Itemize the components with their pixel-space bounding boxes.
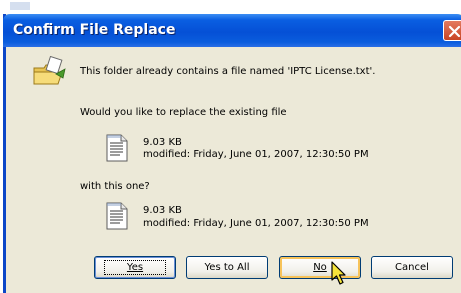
new-file-modified: modified: Friday, June 01, 2007, 12:30:5… <box>143 218 369 229</box>
existing-file-size: 9.03 KB <box>143 137 182 148</box>
yes-button-label: Yes <box>103 260 167 275</box>
dialog-message: This folder already contains a file name… <box>80 66 376 77</box>
title-bar[interactable]: Confirm File Replace <box>3 14 461 47</box>
cancel-button[interactable]: Cancel <box>371 256 453 279</box>
no-button-label: No <box>313 262 327 273</box>
new-file-size: 9.03 KB <box>143 205 182 216</box>
yes-button[interactable]: Yes <box>94 256 176 279</box>
yes-to-all-button[interactable]: Yes to All <box>186 256 268 279</box>
background-selection <box>10 2 30 10</box>
replace-question: Would you like to replace the existing f… <box>80 107 287 118</box>
background-strip <box>0 0 461 14</box>
yes-to-all-button-label: Yes to All <box>204 262 250 273</box>
mouse-pointer-icon <box>331 261 349 291</box>
cancel-button-label: Cancel <box>395 262 429 273</box>
text-file-icon <box>106 202 128 234</box>
folder-move-icon <box>32 55 68 92</box>
with-this-one-label: with this one? <box>80 181 150 192</box>
text-file-icon <box>106 134 128 166</box>
close-icon <box>448 25 461 38</box>
dialog-title: Confirm File Replace <box>13 22 176 38</box>
existing-file-modified: modified: Friday, June 01, 2007, 12:30:5… <box>143 149 369 160</box>
close-button[interactable] <box>443 20 461 41</box>
